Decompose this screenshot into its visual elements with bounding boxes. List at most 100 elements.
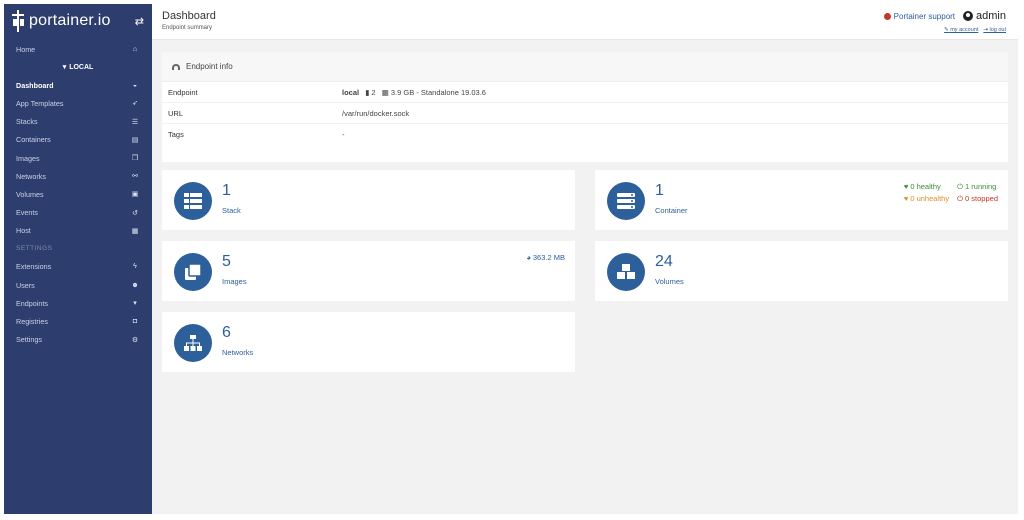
th-list-icon: ☰ (131, 118, 139, 126)
endpoint-info-header: Endpoint info (162, 52, 1008, 82)
microchip-icon: ▮ (365, 87, 370, 97)
sidebar-item-volumes[interactable]: Volumes ▣ (4, 185, 152, 203)
info-key: Endpoint (168, 87, 198, 97)
sidebar-toggle-icon[interactable]: ⇄ (135, 15, 144, 28)
life-ring-icon (883, 12, 891, 20)
endpoint-mode: - Standalone 19.03.6 (416, 87, 486, 97)
info-value: - (342, 130, 345, 139)
sidebar-item-label: Settings (16, 335, 42, 345)
sitemap-icon (174, 324, 212, 362)
sidebar-item-label: Users (16, 280, 35, 290)
sitemap-icon: ⚯ (132, 173, 138, 181)
page-title: Dashboard (162, 10, 216, 22)
sidebar-item-endpoints[interactable]: Endpoints ▾ (4, 294, 152, 312)
portainer-support-link[interactable]: Portainer support (883, 11, 956, 21)
sidebar-item-label: App Templates (16, 98, 64, 108)
sidebar-endpoint-local[interactable]: ▾ LOCAL (4, 58, 152, 76)
page-subtitle: Endpoint summary (162, 25, 213, 31)
log-out-label: log out (989, 27, 1006, 33)
log-out-link[interactable]: ⇥ log out (983, 27, 1006, 33)
database-icon: ◘ (132, 318, 138, 326)
power-off-icon: ⏻ (957, 194, 964, 203)
images-card[interactable]: 5 Images ◕ 363.2 MB (162, 241, 575, 301)
stacks-card[interactable]: 1 Stack (162, 170, 575, 230)
sidebar-item-registries[interactable]: Registries ◘ (4, 312, 152, 330)
volumes-card[interactable]: 24 Volumes (595, 241, 1008, 301)
sidebar-item-images[interactable]: Images ❐ (4, 149, 152, 167)
endpoint-label: LOCAL (69, 63, 94, 71)
cubes-icon: ▣ (131, 191, 139, 199)
top-bar: Dashboard Endpoint summary Portainer sup… (152, 4, 1018, 40)
stacks-label: Stack (222, 206, 241, 215)
my-account-link[interactable]: ✎ my account (944, 27, 978, 33)
sidebar-item-networks[interactable]: Networks ⚯ (4, 167, 152, 185)
images-size: ◕ 363.2 MB (526, 253, 565, 262)
images-size-text: 363.2 MB (532, 253, 565, 262)
networks-count: 6 (222, 324, 231, 341)
clone-icon: ❐ (131, 155, 139, 163)
networks-card[interactable]: 6 Networks (162, 312, 575, 372)
users-icon: ☻ (131, 281, 139, 289)
memory-icon: ▦ (381, 87, 389, 97)
info-row-endpoint: Endpoint local ▮ 2 ▦ 3.9 GB - Standalone… (162, 82, 1008, 103)
plug-icon: ▾ (62, 64, 67, 72)
volumes-label: Volumes (655, 277, 684, 286)
th-list-icon (174, 182, 212, 220)
portainer-app: portainer.io ⇄ Home ⌂ ▾ LOCAL Dashboard … (4, 4, 1018, 514)
wrench-icon: ✎ (944, 27, 949, 33)
unhealthy-status: ♥ 0 unhealthy (904, 194, 949, 204)
sidebar-item-settings[interactable]: Settings ⚙ (4, 331, 152, 349)
images-count: 5 (222, 253, 231, 270)
info-key: Tags (168, 130, 184, 139)
user-menu[interactable]: admin (963, 10, 1006, 22)
info-row-tags: Tags - (162, 124, 1008, 145)
unhealthy-text: 0 unhealthy (910, 194, 950, 203)
my-account-label: my account (950, 27, 979, 33)
plug-icon: ▾ (133, 300, 137, 308)
endpoint-name: local (342, 87, 360, 97)
containers-label: Container (655, 206, 688, 215)
volumes-count: 24 (655, 253, 673, 270)
sidebar-item-events[interactable]: Events ↺ (4, 204, 152, 222)
th-icon: ▦ (131, 227, 139, 235)
sidebar-item-label: Stacks (16, 117, 38, 127)
sidebar-item-home[interactable]: Home ⌂ (4, 40, 152, 58)
account-links: ✎ my account ⇥ log out (944, 27, 1006, 33)
sidebar-item-dashboard[interactable]: Dashboard ◒ (4, 76, 152, 94)
support-label: Portainer support (893, 11, 956, 21)
sidebar-item-label: Endpoints (16, 298, 48, 308)
sidebar-item-containers[interactable]: Containers ▤ (4, 131, 152, 149)
sidebar-item-extensions[interactable]: Extensions ϟ (4, 258, 152, 276)
info-value: local ▮ 2 ▦ 3.9 GB - Standalone 19.03.6 (342, 88, 486, 97)
stopped-status: ⏻ 0 stopped (957, 194, 998, 204)
containers-count: 1 (655, 182, 664, 199)
sidebar-item-label: Volumes (16, 189, 44, 199)
server-icon (607, 182, 645, 220)
containers-card[interactable]: 1 Container ♥ 0 healthy ⏻ 1 running ♥ 0 unh… (595, 170, 1008, 230)
server-icon: ▤ (131, 136, 139, 144)
sidebar-item-stacks[interactable]: Stacks ☰ (4, 113, 152, 131)
tachometer-icon: ◒ (132, 81, 138, 89)
bolt-icon: ϟ (133, 263, 137, 271)
sidebar-item-label: Extensions (16, 262, 52, 272)
sidebar-item-label: Networks (16, 171, 46, 181)
cubes-icon (607, 253, 645, 291)
memory-size: 3.9 GB (390, 87, 415, 97)
healthy-text: 0 healthy (910, 182, 941, 191)
sidebar-item-host[interactable]: Host ▦ (4, 222, 152, 240)
stopped-text: 0 stopped (965, 194, 998, 203)
sidebar-item-label: Registries (16, 317, 48, 327)
running-text: 1 running (965, 182, 997, 191)
sidebar-item-users[interactable]: Users ☻ (4, 276, 152, 294)
networks-label: Networks (222, 348, 254, 357)
sidebar: portainer.io ⇄ Home ⌂ ▾ LOCAL Dashboard … (4, 4, 152, 514)
sidebar-item-app-templates[interactable]: App Templates ➶ (4, 94, 152, 112)
sign-out-icon: ⇥ (983, 27, 988, 33)
brand-name[interactable]: portainer.io (29, 12, 111, 30)
endpoint-info-title: Endpoint info (186, 62, 233, 71)
rocket-icon: ➶ (132, 100, 138, 108)
user-circle-icon (963, 11, 974, 21)
container-health-summary: ♥ 0 healthy ⏻ 1 running ♥ 0 unhealthy ⏻ 0 st… (904, 182, 998, 204)
cpu-count: 2 (371, 87, 376, 97)
sidebar-item-label: Images (16, 153, 40, 163)
